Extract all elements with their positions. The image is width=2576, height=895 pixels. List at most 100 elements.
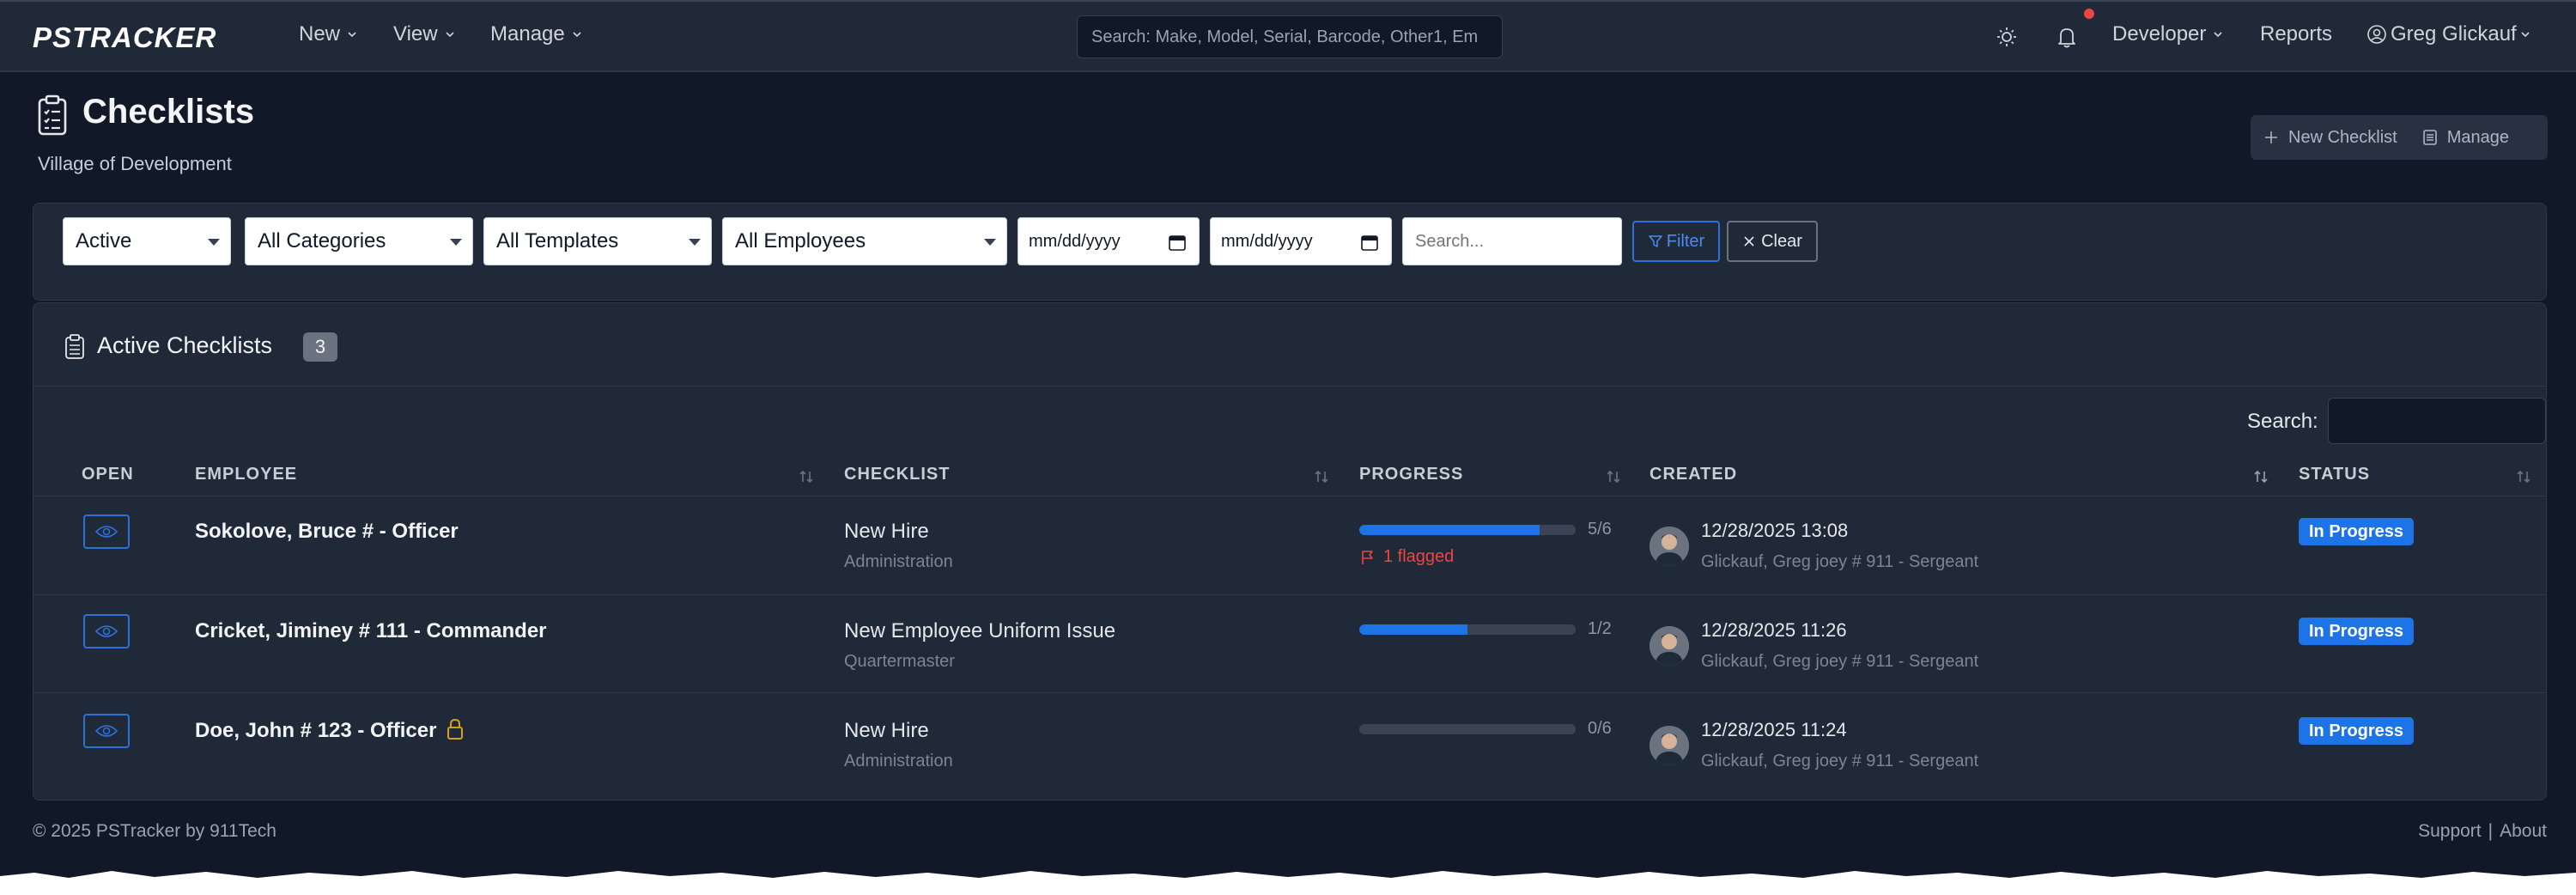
sort-icon[interactable] <box>1311 466 1332 487</box>
avatar <box>1649 726 1689 765</box>
dropdown-arrow-icon <box>689 239 701 246</box>
created-by: Glickauf, Greg joey # 911 - Sergeant <box>1701 752 1979 770</box>
sort-icon[interactable] <box>2251 466 2271 487</box>
sort-icon[interactable] <box>2513 466 2534 487</box>
support-link[interactable]: Support <box>2418 821 2482 842</box>
date-to-input[interactable]: mm/dd/yyyy <box>1210 217 1392 265</box>
manage-button[interactable]: Manage <box>2409 115 2521 160</box>
nav-user-menu[interactable]: Greg Glickauf <box>2366 22 2530 46</box>
clear-button-label: Clear <box>1761 231 1802 251</box>
column-header-status[interactable]: STATUS <box>2299 465 2370 484</box>
clear-button[interactable]: Clear <box>1727 221 1818 262</box>
nav-reports[interactable]: Reports <box>2260 22 2332 46</box>
sort-icon[interactable] <box>1603 466 1624 487</box>
chevron-down-icon <box>2521 32 2530 38</box>
checklist-name: New Hire <box>844 520 929 543</box>
filter-icon <box>1649 235 1662 247</box>
eye-icon <box>95 625 118 637</box>
date-from-value: mm/dd/yyyy <box>1029 231 1121 251</box>
status-select-value: Active <box>76 229 132 253</box>
status-select[interactable]: Active <box>63 217 231 265</box>
list-icon <box>2422 130 2437 145</box>
table-search-input[interactable] <box>2328 398 2546 444</box>
avatar <box>1649 626 1689 666</box>
progress-fill <box>1359 525 1540 535</box>
avatar <box>1649 527 1689 566</box>
progress-label: 1/2 <box>1588 619 1612 638</box>
open-button[interactable] <box>83 614 130 648</box>
nav-developer-label: Developer <box>2112 22 2207 46</box>
eye-icon <box>95 725 118 737</box>
x-icon <box>1744 236 1754 247</box>
torn-edge-decoration <box>0 871 2576 895</box>
manage-label: Manage <box>2446 127 2509 147</box>
progress-label: 0/6 <box>1588 719 1612 738</box>
checklist-category: Administration <box>844 552 953 571</box>
table-row[interactable]: Cricket, Jiminey # 111 - Commander New E… <box>33 595 2546 693</box>
global-search-input[interactable] <box>1077 15 1503 58</box>
calendar-icon[interactable] <box>1360 233 1379 252</box>
nav-developer[interactable]: Developer <box>2112 22 2223 46</box>
card-title: Active Checklists <box>97 332 273 358</box>
page-subtitle: Village of Development <box>38 153 232 174</box>
about-link[interactable]: About <box>2500 821 2547 842</box>
count-badge: 3 <box>303 332 337 362</box>
employee-name[interactable]: Sokolove, Bruce # - Officer <box>195 520 459 544</box>
progress-bar <box>1359 525 1576 535</box>
status-badge: In Progress <box>2299 717 2415 745</box>
sun-icon[interactable] <box>1992 22 2021 52</box>
nav-manage[interactable]: Manage <box>490 22 582 46</box>
avatar-image <box>1649 626 1689 666</box>
filter-button[interactable]: Filter <box>1632 221 1720 262</box>
chevron-down-icon <box>573 32 581 38</box>
created-timestamp: 12/28/2025 11:24 <box>1701 719 1847 740</box>
created-timestamp: 12/28/2025 13:08 <box>1701 520 1849 541</box>
date-from-input[interactable]: mm/dd/yyyy <box>1018 217 1200 265</box>
calendar-icon[interactable] <box>1168 233 1187 252</box>
filter-search-input[interactable] <box>1402 217 1622 265</box>
template-select[interactable]: All Templates <box>483 217 712 265</box>
clipboard-icon <box>65 334 84 359</box>
sort-icon[interactable] <box>796 466 817 487</box>
column-header-progress[interactable]: PROGRESS <box>1359 465 1463 484</box>
column-header-employee[interactable]: EMPLOYEE <box>195 465 297 484</box>
progress-label: 5/6 <box>1588 520 1612 539</box>
new-checklist-button[interactable]: New Checklist <box>2251 115 2409 160</box>
chevron-down-icon <box>446 32 454 38</box>
column-header-checklist[interactable]: CHECKLIST <box>844 465 950 484</box>
nav-reports-label: Reports <box>2260 22 2333 46</box>
progress-fill <box>1359 624 1467 635</box>
open-button[interactable] <box>83 714 130 748</box>
category-select-value: All Categories <box>258 229 386 253</box>
open-button[interactable] <box>83 514 130 549</box>
employee-select[interactable]: All Employees <box>722 217 1007 265</box>
table-row[interactable]: Doe, John # 123 - Officer New Hire Admin… <box>33 693 2546 791</box>
top-navbar: PSTRACKER New View Manage Developer Repo… <box>0 0 2576 72</box>
employee-name[interactable]: Cricket, Jiminey # 111 - Commander <box>195 619 547 643</box>
flag-icon <box>1362 550 1373 564</box>
nav-view[interactable]: View <box>393 22 455 46</box>
flagged-indicator[interactable]: 1 flagged <box>1359 547 1454 567</box>
checklist-name: New Employee Uniform Issue <box>844 619 1116 642</box>
created-timestamp: 12/28/2025 11:26 <box>1701 619 1847 641</box>
brand-logo[interactable]: PSTRACKER <box>33 21 258 55</box>
table-search-label: Search: <box>2247 410 2318 433</box>
bell-icon[interactable] <box>2052 22 2081 52</box>
checklist-category: Administration <box>844 752 953 770</box>
column-header-open: OPEN <box>82 465 134 484</box>
category-select[interactable]: All Categories <box>245 217 473 265</box>
created-by: Glickauf, Greg joey # 911 - Sergeant <box>1701 552 1979 571</box>
new-checklist-label: New Checklist <box>2288 127 2397 147</box>
clipboard-icon <box>38 94 67 136</box>
chevron-down-icon <box>2214 32 2222 38</box>
employee-select-value: All Employees <box>735 229 866 253</box>
column-header-created[interactable]: CREATED <box>1649 465 1737 484</box>
dropdown-arrow-icon <box>450 239 462 246</box>
status-badge: In Progress <box>2299 518 2415 545</box>
nav-view-label: View <box>393 22 438 46</box>
nav-manage-label: Manage <box>490 22 565 46</box>
table-row[interactable]: Sokolove, Bruce # - Officer New Hire Adm… <box>33 497 2546 595</box>
footer-copyright: © 2025 PSTracker by 911Tech <box>33 821 276 841</box>
nav-new[interactable]: New <box>299 22 357 46</box>
employee-name[interactable]: Doe, John # 123 - Officer <box>195 719 436 743</box>
